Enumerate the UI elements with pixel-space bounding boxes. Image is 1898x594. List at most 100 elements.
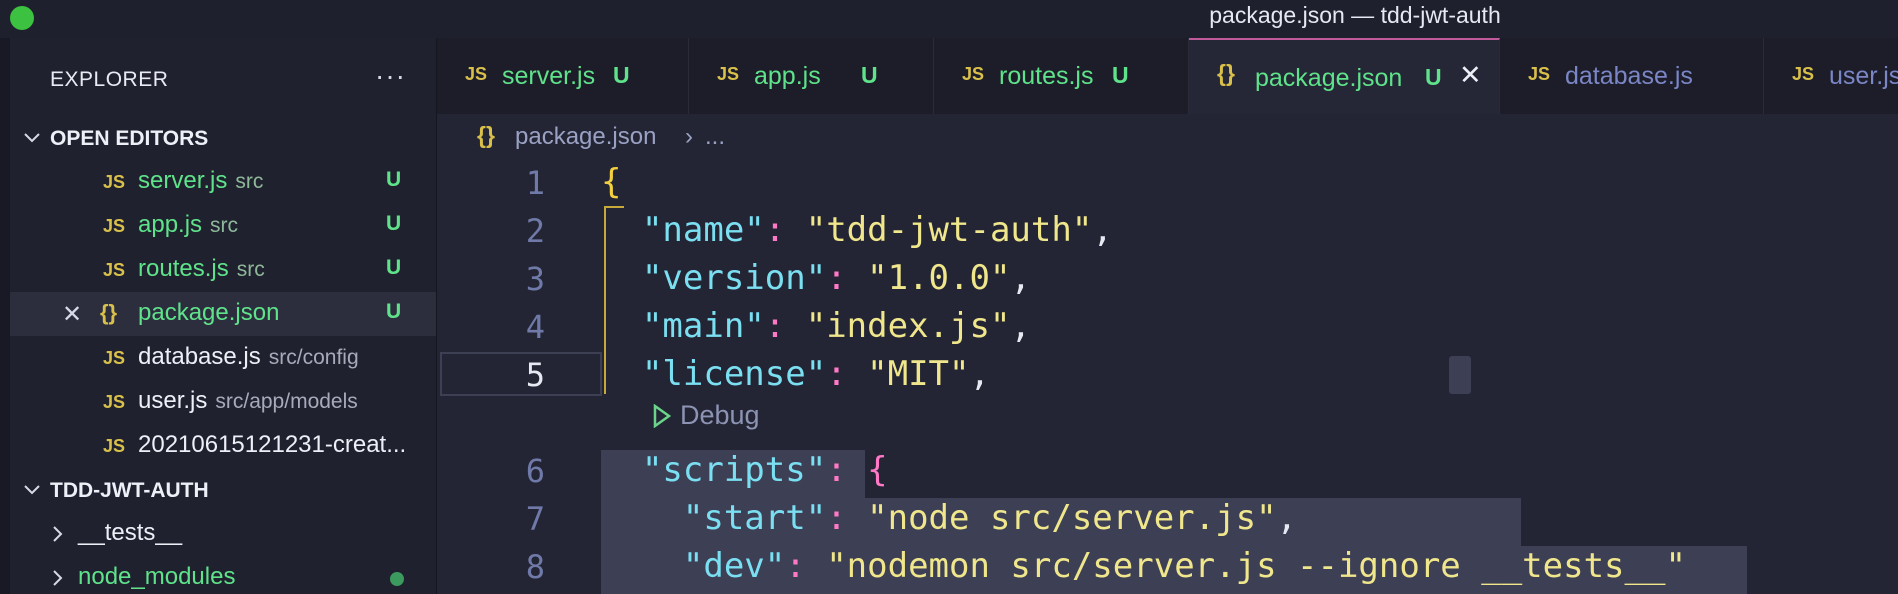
code-line: { [601,162,622,202]
file-name: server.js [138,167,228,194]
tree-folder-tests[interactable]: __tests__ [10,512,436,556]
explorer-sidebar: EXPLORER ··· OPEN EDITORS JS server.js sr… [10,38,437,594]
open-editors-section[interactable]: OPEN EDITORS [10,116,436,160]
breadcrumb-separator: › [685,123,693,150]
more-actions-icon[interactable]: ··· [375,60,406,92]
js-file-icon: JS [103,216,126,236]
chevron-right-icon [53,570,63,586]
file-dir: src [210,214,239,237]
js-file-icon: JS [962,64,985,84]
title-bar: package.json — tdd-jwt-auth [0,0,1898,38]
untracked-badge: U [386,256,402,279]
tab-label: database.js [1565,62,1693,90]
js-file-icon: JS [1528,64,1551,84]
line-number: 4 [525,308,545,346]
line-number: 3 [525,260,545,298]
code-line: "name": "tdd-jwt-auth", [641,210,1113,250]
tab-package-json[interactable]: {} package.json U ✕ [1189,38,1500,114]
folder-name: node_modules [78,563,236,590]
untracked-badge: U [1425,64,1442,90]
code-editor[interactable]: 1 2 3 4 5 6 7 8 { "name": "tdd-jwt-auth"… [437,160,1898,594]
file-dir: src/app/models [215,390,358,413]
file-name: 20210615121231-creat... [138,431,407,458]
open-editor-app[interactable]: JS app.js src U [10,204,436,248]
codelens-debug[interactable]: Debug [652,400,760,431]
breadcrumb: {} package.json › ... [437,114,1898,160]
tree-folder-node-modules[interactable]: node_modules [10,556,436,594]
file-dir: src [236,258,265,281]
file-name: database.js [138,343,261,370]
file-name: package.json [138,299,280,326]
open-editor-routes[interactable]: JS routes.js src U [10,248,436,292]
tab-user-js[interactable]: JS user.js [1764,38,1898,114]
modified-dot-icon [390,572,404,586]
file-dir: src [235,170,264,193]
untracked-badge: U [386,168,402,191]
code-line: "scripts": { [641,450,888,490]
breadcrumb-file[interactable]: package.json [515,123,656,151]
close-icon[interactable]: ✕ [1459,60,1482,91]
project-section[interactable]: TDD-JWT-AUTH [10,468,436,512]
js-file-icon: JS [1792,64,1815,84]
activity-edge [0,38,10,594]
line-number: 2 [525,212,545,250]
cursor-block [1449,356,1471,394]
tab-server-js[interactable]: JS server.js U [437,38,689,114]
untracked-badge: U [386,212,402,235]
js-file-icon: JS [103,172,126,192]
close-icon[interactable]: ✕ [62,300,82,329]
line-number: 6 [525,452,545,490]
line-number: 5 [525,356,545,394]
code-line: "main": "index.js", [641,306,1031,346]
untracked-badge: U [861,62,878,88]
chevron-right-icon [53,526,63,542]
json-file-icon: {} [1217,60,1235,86]
js-file-icon: JS [103,392,126,412]
window-title: package.json — tdd-jwt-auth [1209,2,1501,28]
tab-label: user.js [1829,62,1898,90]
open-editor-package-json[interactable]: ✕ {} package.json U [10,292,436,336]
folder-name: __tests__ [78,519,183,546]
open-editor-server[interactable]: JS server.js src U [10,160,436,204]
open-editor-migration[interactable]: JS 20210615121231-creat... [10,424,436,468]
file-name: user.js [138,387,208,414]
tab-label: app.js [754,62,821,90]
line-number: 8 [525,548,545,586]
explorer-header: EXPLORER ··· [10,38,436,116]
js-file-icon: JS [103,348,126,368]
chevron-down-icon [24,133,40,143]
codelens-label: Debug [680,400,760,430]
open-editor-database[interactable]: JS database.js src/config [10,336,436,380]
js-file-icon: JS [465,64,488,84]
play-icon [653,403,672,429]
chevron-down-icon [24,485,40,495]
line-number: 1 [525,164,545,202]
untracked-badge: U [386,300,402,323]
untracked-badge: U [1112,62,1129,88]
code-line: "version": "1.0.0", [641,258,1031,298]
tab-label: package.json [1255,64,1403,92]
json-file-icon: {} [477,122,495,148]
breadcrumb-symbols[interactable]: ... [705,123,725,151]
code-line: "start": "node src/server.js", [682,498,1298,538]
line-number: 7 [525,500,545,538]
tab-database-js[interactable]: JS database.js [1500,38,1764,114]
project-label: TDD-JWT-AUTH [50,479,209,502]
open-editors-label: OPEN EDITORS [50,127,209,150]
file-name: app.js [138,211,203,238]
json-file-icon: {} [100,300,118,325]
file-dir: src/config [268,346,359,369]
open-editor-user[interactable]: JS user.js src/app/models [10,380,436,424]
code-line: "license": "MIT", [641,354,990,394]
js-file-icon: JS [717,64,740,84]
tab-label: routes.js [999,62,1094,90]
js-file-icon: JS [103,260,126,280]
explorer-title: EXPLORER [50,68,169,91]
tab-app-js[interactable]: JS app.js U [689,38,934,114]
code-line: "dev": "nodemon src/server.js --ignore _… [682,546,1686,586]
tab-label: server.js [502,62,596,90]
tab-routes-js[interactable]: JS routes.js U [934,38,1189,114]
untracked-badge: U [613,62,630,88]
file-name: routes.js [138,255,229,282]
js-file-icon: JS [103,436,126,456]
